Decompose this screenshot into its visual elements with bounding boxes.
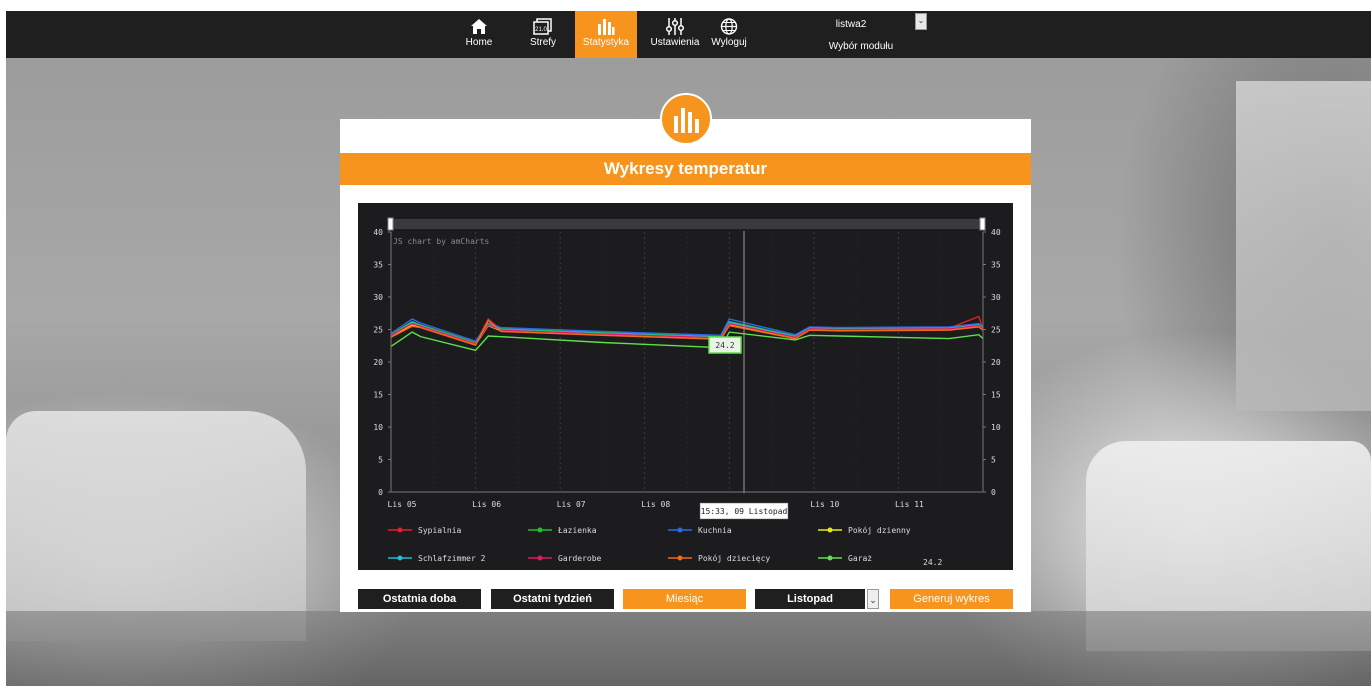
- month-button[interactable]: Miesiąc: [623, 589, 746, 609]
- legend-marker-dot: [677, 527, 683, 533]
- legend-marker-dot: [397, 555, 403, 561]
- temperature-chart: 0 0 5 5 10 10 15 15 20 20 25 25 30 30 35 35 40 40 Lis 05 Li…: [358, 203, 1013, 570]
- y-tick-label-right: 20: [991, 358, 1001, 367]
- y-tick-label-left: 5: [378, 456, 383, 465]
- legend-label: Pokój dzienny: [848, 525, 911, 535]
- y-tick-label-right: 40: [991, 228, 1001, 237]
- legend-item[interactable]: Kuchnia: [668, 526, 732, 535]
- top-nav-bar: Home 21.0 Strefy Statystyka Ustawienia W…: [6, 11, 1371, 58]
- legend-item[interactable]: Pokój dzienny: [818, 525, 911, 535]
- y-tick-label-left: 30: [373, 293, 383, 302]
- legend-label: Kuchnia: [698, 526, 732, 535]
- nav-zones-label: Strefy: [529, 37, 557, 48]
- nav-zones[interactable]: 21.0 Strefy: [526, 11, 560, 58]
- y-tick-label-right: 5: [991, 456, 996, 465]
- x-tick-label: Lis 10: [810, 500, 839, 509]
- last-day-button[interactable]: Ostatnia doba: [358, 589, 481, 609]
- module-caption: Wybór modułu: [828, 41, 894, 52]
- nav-logout[interactable]: Wyloguj: [706, 11, 752, 58]
- y-tick-label-left: 20: [373, 358, 383, 367]
- x-tick-label: Lis 11: [895, 500, 924, 509]
- legend-label: Pokój dziecięcy: [698, 553, 770, 563]
- x-tick-label: Lis 05: [388, 500, 417, 509]
- cursor-date: 15:33, 09 Listopad: [701, 507, 788, 516]
- legend-item[interactable]: Schlafzimmer 2: [388, 554, 486, 563]
- panel-title: Wykresy temperatur: [340, 153, 1031, 185]
- legend-item[interactable]: Garaż: [818, 554, 872, 563]
- y-tick-label-right: 25: [991, 326, 1001, 335]
- x-tick-label: Lis 07: [557, 500, 586, 509]
- nav-home-label: Home: [465, 37, 493, 48]
- module-value: listwa2: [835, 19, 867, 30]
- bar-chart-icon: [674, 108, 699, 133]
- cursor-date-label: 15:33, 09 Listopad: [699, 502, 789, 520]
- y-tick-label-left: 0: [378, 488, 383, 497]
- sliders-icon: [665, 18, 685, 35]
- month-select[interactable]: Listopad: [755, 589, 865, 609]
- bar-chart-icon: [598, 19, 615, 35]
- legend-item[interactable]: Pokój dziecięcy: [668, 553, 770, 563]
- nav-settings[interactable]: Ustawienia: [646, 11, 704, 58]
- legend-item[interactable]: Łazienka: [528, 526, 597, 535]
- legend-marker-dot: [537, 527, 543, 533]
- cursor-value: 24.2: [715, 341, 734, 350]
- y-tick-label-left: 35: [373, 261, 383, 270]
- background-window: [1236, 81, 1371, 411]
- y-tick-label-right: 15: [991, 391, 1001, 400]
- chart-svg: 0 0 5 5 10 10 15 15 20 20 25 25 30 30 35 35 40 40 Lis 05 Li…: [373, 217, 1001, 567]
- y-tick-label-right: 30: [991, 293, 1001, 302]
- legend-label: Łazienka: [557, 526, 597, 535]
- chevron-down-icon: ⌄: [917, 16, 925, 25]
- legend-label: Garaż: [848, 554, 872, 563]
- chevron-down-icon: ⌄: [869, 595, 877, 605]
- y-tick-label-left: 15: [373, 391, 383, 400]
- series-line: [390, 321, 984, 345]
- y-tick-label-right: 0: [991, 488, 996, 497]
- nav-logout-label: Wyloguj: [711, 37, 747, 48]
- zones-icon: 21.0: [533, 18, 552, 35]
- y-tick-label-left: 25: [373, 326, 383, 335]
- generate-chart-button[interactable]: Generuj wykres: [890, 589, 1013, 609]
- home-icon: [471, 19, 487, 34]
- y-tick-label-right: 10: [991, 423, 1001, 432]
- legend-marker-dot: [397, 527, 403, 533]
- x-tick-label: Lis 06: [472, 500, 501, 509]
- zones-icon-text: 21.0: [535, 27, 547, 33]
- chart-scrollbar[interactable]: [390, 219, 982, 229]
- legend-marker-dot: [537, 555, 543, 561]
- x-tick-label: Lis 08: [641, 500, 670, 509]
- legend-marker-dot: [677, 555, 683, 561]
- legend-marker-dot: [827, 527, 833, 533]
- y-tick-label-left: 10: [373, 423, 383, 432]
- legend-label: Garderobe: [558, 554, 602, 563]
- legend-label: Sypialnia: [418, 526, 462, 535]
- legend-label: Schlafzimmer 2: [418, 554, 486, 563]
- y-tick-label-right: 35: [991, 261, 1001, 270]
- statistics-badge: [660, 93, 712, 145]
- cursor-value-balloon: 24.2: [708, 336, 742, 354]
- legend-current-value: 24.2: [923, 558, 942, 567]
- nav-statistics[interactable]: Statystyka: [575, 11, 637, 58]
- month-select-arrow[interactable]: ⌄: [867, 589, 879, 609]
- nav-statistics-label: Statystyka: [582, 37, 630, 48]
- scrollbar-handle-left[interactable]: [387, 217, 394, 231]
- scrollbar-handle-right[interactable]: [979, 217, 986, 231]
- globe-icon: [720, 18, 738, 35]
- legend-item[interactable]: Sypialnia: [388, 526, 462, 535]
- background-sofa-left: [6, 411, 306, 641]
- legend-marker-dot: [827, 555, 833, 561]
- chart-credit: JS chart by amCharts: [393, 237, 490, 246]
- nav-settings-label: Ustawienia: [650, 37, 700, 48]
- legend-item[interactable]: Garderobe: [528, 554, 602, 563]
- last-week-button[interactable]: Ostatni tydzień: [491, 589, 614, 609]
- y-tick-label-left: 40: [373, 228, 383, 237]
- background-floor: [6, 611, 1371, 686]
- module-select-dropdown[interactable]: ⌄: [915, 13, 927, 30]
- nav-home[interactable]: Home: [462, 11, 496, 58]
